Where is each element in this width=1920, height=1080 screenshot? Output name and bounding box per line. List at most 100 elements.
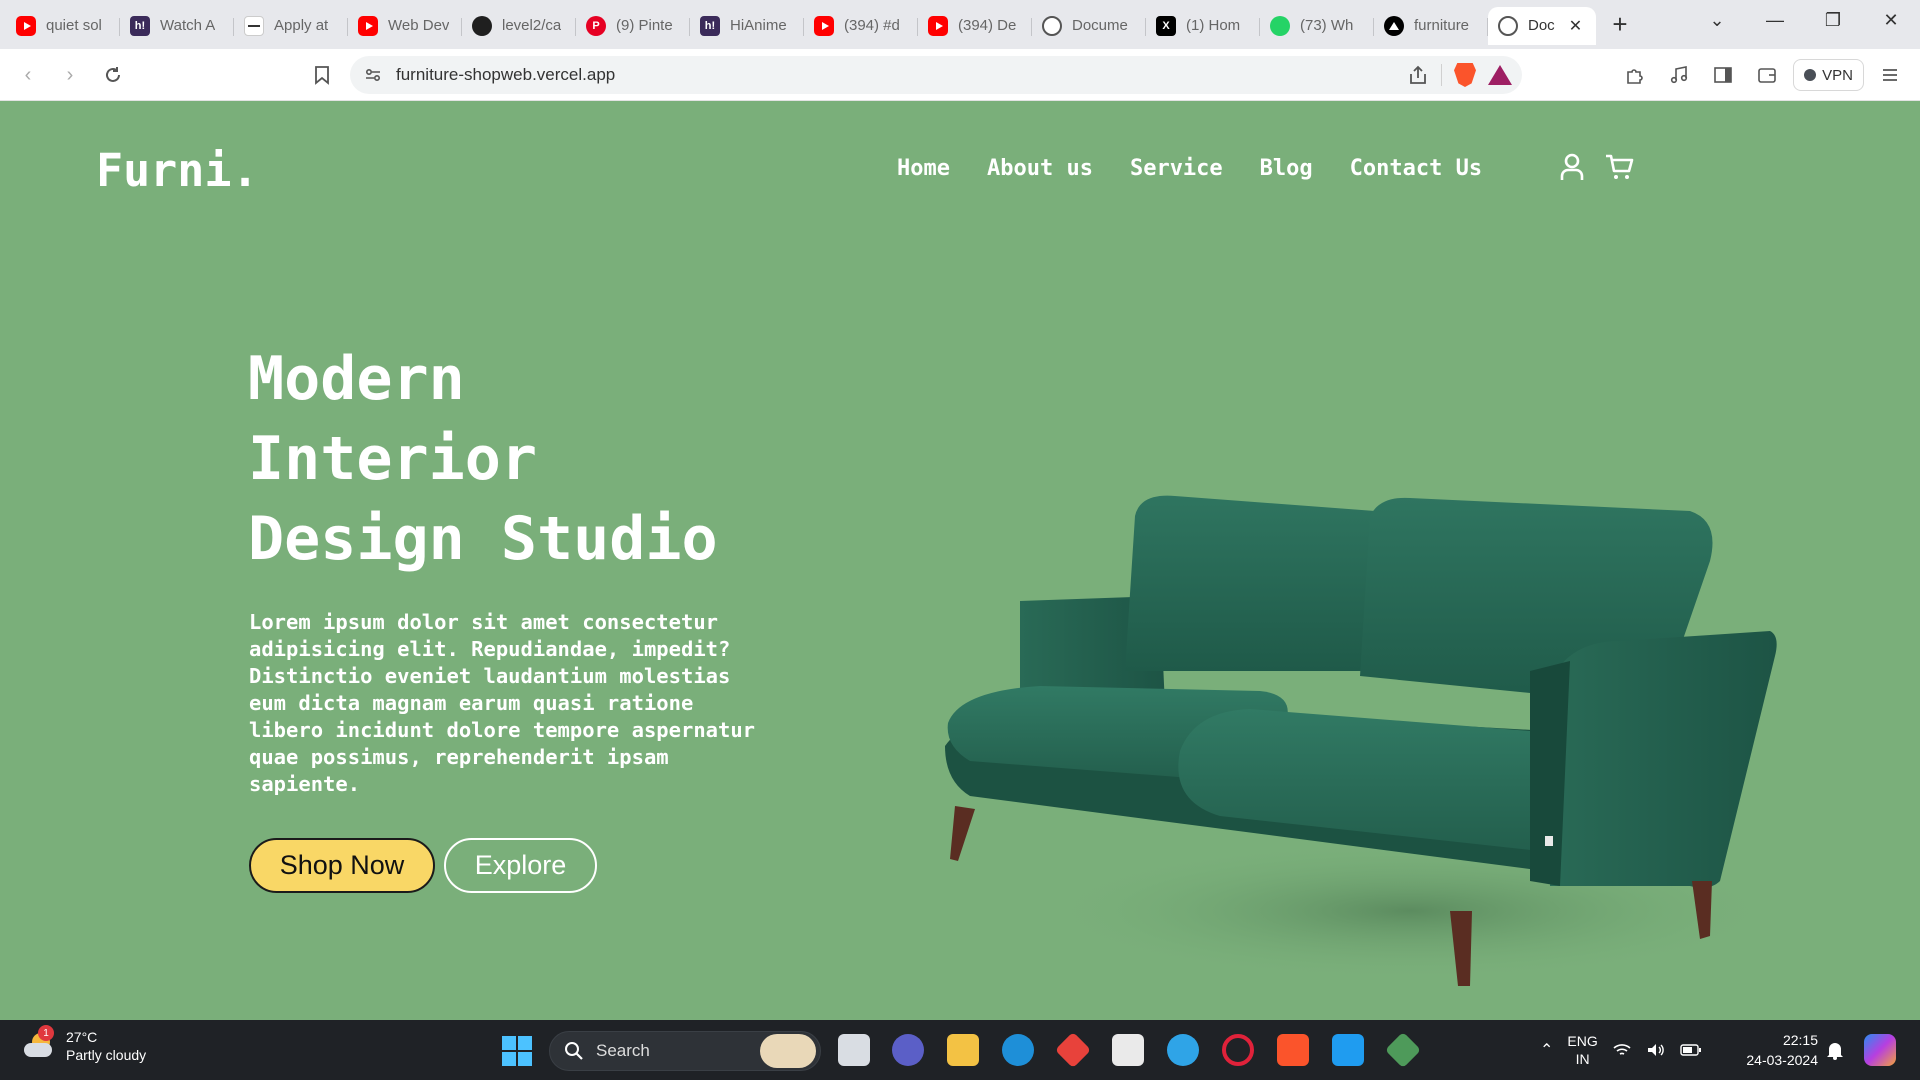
tab-title: quiet sol bbox=[46, 17, 102, 34]
browser-tab[interactable]: X (1) Hom bbox=[1146, 7, 1260, 45]
nav-service[interactable]: Service bbox=[1130, 156, 1223, 181]
extensions-icon[interactable] bbox=[1617, 57, 1653, 93]
toolbar-right: VPN bbox=[1617, 56, 1908, 94]
volume-icon[interactable] bbox=[1646, 1042, 1666, 1058]
app-icon[interactable] bbox=[1054, 1031, 1092, 1069]
taskbar-search[interactable]: Search bbox=[549, 1031, 821, 1071]
bookmark-button[interactable] bbox=[304, 57, 340, 93]
battery-icon[interactable] bbox=[1680, 1043, 1702, 1057]
github-icon bbox=[472, 15, 492, 36]
browser-tab[interactable]: (394) #d bbox=[804, 7, 918, 45]
tab-title: (1) Hom bbox=[1186, 17, 1241, 34]
site-settings-icon bbox=[365, 68, 381, 82]
browser-tab[interactable]: P (9) Pinte bbox=[576, 7, 690, 45]
sofa-image bbox=[945, 495, 1780, 986]
notification-bell-icon[interactable] bbox=[1826, 1040, 1844, 1060]
nav-blog[interactable]: Blog bbox=[1260, 156, 1313, 181]
youtube-icon bbox=[16, 15, 36, 36]
browser-tab[interactable]: (73) Wh bbox=[1260, 7, 1374, 45]
tab-title: Web Dev bbox=[388, 17, 450, 34]
main-nav: Home About us Service Blog Contact Us bbox=[897, 156, 1482, 181]
taskbar-clock[interactable]: 22:15 24-03-2024 bbox=[1730, 1030, 1818, 1070]
clock-time: 22:15 bbox=[1782, 1032, 1818, 1048]
language-indicator[interactable]: ENG IN bbox=[1567, 1032, 1597, 1068]
os-taskbar: 1 27°C Partly cloudy Search ⌃ ENG IN 22:… bbox=[0, 1020, 1920, 1080]
youtube-icon bbox=[358, 15, 378, 36]
sidebar-icon[interactable] bbox=[1705, 57, 1741, 93]
browser-tab[interactable]: Docume bbox=[1032, 7, 1146, 45]
wifi-icon[interactable] bbox=[1612, 1042, 1632, 1058]
whatsapp-icon bbox=[1270, 15, 1290, 36]
browser-tab[interactable]: level2/ca bbox=[462, 7, 576, 45]
share-icon[interactable] bbox=[1407, 64, 1429, 86]
tray-overflow-icon[interactable]: ⌃ bbox=[1540, 1040, 1553, 1060]
user-icon[interactable] bbox=[1558, 152, 1586, 182]
weather-desc: Partly cloudy bbox=[66, 1047, 147, 1063]
browser-tab[interactable]: h! Watch A bbox=[120, 7, 234, 45]
browser-tab[interactable]: h! HiAnime bbox=[690, 7, 804, 45]
hero-title-line: Modern bbox=[248, 344, 465, 414]
browser-tab-strip: quiet sol h! Watch A Apply at Web Dev le… bbox=[0, 0, 1920, 49]
site-logo[interactable]: Furni. bbox=[96, 144, 259, 197]
search-highlight-icon bbox=[760, 1034, 816, 1068]
vscode-icon[interactable] bbox=[1332, 1034, 1364, 1066]
new-tab-button[interactable]: + bbox=[1600, 5, 1640, 45]
hero-text-line: eum dicta magnam earum quasi ratione bbox=[249, 691, 694, 715]
reload-button[interactable] bbox=[95, 57, 131, 93]
vpn-button[interactable]: VPN bbox=[1793, 59, 1864, 91]
media-icon[interactable] bbox=[1661, 57, 1697, 93]
back-button[interactable]: ‹ bbox=[10, 57, 46, 93]
file-explorer-icon[interactable] bbox=[947, 1034, 979, 1066]
brave-rewards-icon[interactable] bbox=[1488, 65, 1512, 85]
clock-date: 24-03-2024 bbox=[1746, 1052, 1818, 1068]
hero-text-line: Distinctio eveniet laudantium molestias bbox=[249, 664, 731, 688]
explore-button[interactable]: Explore bbox=[444, 838, 597, 893]
generic-site-icon bbox=[244, 15, 264, 36]
teams-icon[interactable] bbox=[892, 1034, 924, 1066]
forward-button[interactable]: › bbox=[52, 57, 88, 93]
browser-tab[interactable]: Web Dev bbox=[348, 7, 462, 45]
windows-start-icon[interactable] bbox=[502, 1036, 532, 1066]
shop-now-button[interactable]: Shop Now bbox=[249, 838, 435, 893]
brave-icon[interactable] bbox=[1277, 1034, 1309, 1066]
opera-icon[interactable] bbox=[1222, 1034, 1254, 1066]
copilot-icon[interactable] bbox=[1864, 1034, 1896, 1066]
nav-home[interactable]: Home bbox=[897, 156, 950, 181]
store-icon[interactable] bbox=[1112, 1034, 1144, 1066]
address-bar[interactable]: furniture-shopweb.vercel.app bbox=[350, 56, 1522, 94]
browser-tab[interactable]: Apply at bbox=[234, 7, 348, 45]
bookmark-icon bbox=[315, 66, 329, 85]
tab-title: HiAnime bbox=[730, 17, 787, 34]
browser-tab-active[interactable]: Doc ✕ bbox=[1488, 6, 1596, 45]
task-view-icon[interactable] bbox=[838, 1034, 870, 1066]
browser-tab[interactable]: furniture bbox=[1374, 7, 1488, 45]
search-icon bbox=[565, 1042, 583, 1060]
tab-title: Watch A bbox=[160, 17, 216, 34]
nav-icons bbox=[1558, 152, 1634, 182]
vercel-icon bbox=[1384, 15, 1404, 36]
hero-text-line: adipisicing elit. Repudiandae, impedit? bbox=[249, 637, 731, 661]
weather-widget[interactable]: 1 27°C Partly cloudy bbox=[22, 1025, 147, 1064]
brave-shields-icon[interactable] bbox=[1454, 63, 1476, 87]
hero-text-line: quae possimus, reprehenderit ipsam bbox=[249, 745, 669, 769]
git-icon[interactable] bbox=[1384, 1031, 1422, 1069]
wallet-icon[interactable] bbox=[1749, 57, 1785, 93]
nav-contact-us[interactable]: Contact Us bbox=[1350, 156, 1482, 181]
minimize-button[interactable]: — bbox=[1746, 1, 1804, 39]
nav-about-us[interactable]: About us bbox=[987, 156, 1093, 181]
close-tab-icon[interactable]: ✕ bbox=[1569, 16, 1582, 36]
browser-tab[interactable]: quiet sol bbox=[6, 7, 120, 45]
tab-search-chevron-icon[interactable]: ⌄ bbox=[1688, 1, 1746, 39]
tab-title: (394) De bbox=[958, 17, 1017, 34]
lang-region: IN bbox=[1575, 1051, 1590, 1067]
menu-icon[interactable] bbox=[1872, 57, 1908, 93]
weather-badge: 1 bbox=[38, 1025, 54, 1041]
restore-button[interactable]: ❐ bbox=[1804, 1, 1862, 39]
cart-icon[interactable] bbox=[1604, 152, 1634, 182]
pinterest-icon: P bbox=[586, 15, 606, 36]
tab-title: (73) Wh bbox=[1300, 17, 1354, 34]
close-window-button[interactable]: ✕ bbox=[1862, 1, 1920, 39]
app-icon[interactable] bbox=[1167, 1034, 1199, 1066]
edge-icon[interactable] bbox=[1002, 1034, 1034, 1066]
browser-tab[interactable]: (394) De bbox=[918, 7, 1032, 45]
